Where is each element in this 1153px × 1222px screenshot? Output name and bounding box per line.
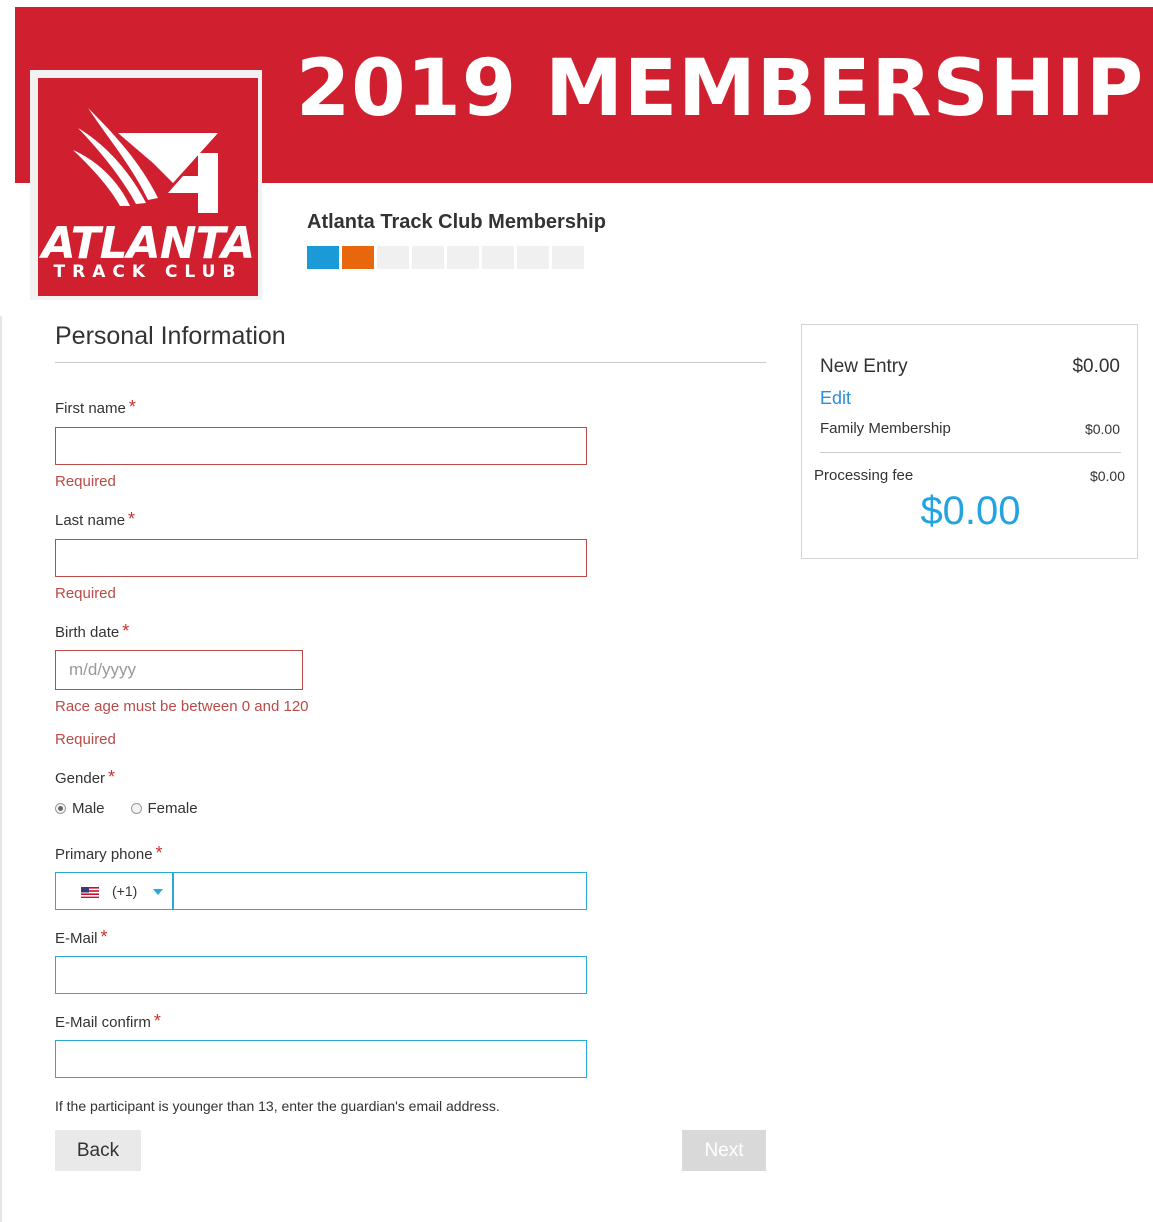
gender-male-radio[interactable] <box>55 803 66 814</box>
progress-step <box>342 246 374 269</box>
gender-male-label[interactable]: Male <box>72 800 105 817</box>
event-title: Atlanta Track Club Membership <box>307 211 606 233</box>
required-icon: * <box>128 397 136 417</box>
email-label: E-Mail * <box>55 927 108 947</box>
required-icon: * <box>100 927 108 947</box>
phone-label: Primary phone * <box>55 843 163 863</box>
first-name-label: First name * <box>55 397 136 417</box>
progress-step <box>482 246 514 269</box>
section-title: Personal Information <box>55 322 286 350</box>
required-icon: * <box>122 621 130 641</box>
email-input[interactable] <box>55 956 587 994</box>
processing-fee-label: Processing fee <box>814 467 914 484</box>
gender-female-label[interactable]: Female <box>148 800 198 817</box>
item-amount: $0.00 <box>1084 421 1120 437</box>
birth-date-range-error: Race age must be between 0 and 120 <box>55 698 309 715</box>
progress-step <box>307 246 339 269</box>
next-button[interactable]: Next <box>682 1130 766 1171</box>
total-amount: $0.00 <box>920 489 1021 533</box>
summary-divider <box>820 452 1121 453</box>
gender-radio-group: Male Female <box>55 800 198 817</box>
progress-step <box>552 246 584 269</box>
progress-step <box>377 246 409 269</box>
chevron-down-icon <box>153 889 163 895</box>
birth-date-input[interactable] <box>55 650 303 690</box>
left-border <box>0 316 2 1222</box>
country-code-text: (+1) <box>112 883 138 899</box>
last-name-input[interactable] <box>55 539 587 577</box>
item-label: Family Membership <box>820 420 951 437</box>
last-name-label: Last name * <box>55 509 136 529</box>
back-button[interactable]: Back <box>55 1130 141 1171</box>
gender-female-radio[interactable] <box>130 803 142 814</box>
banner-title: 2019 MEMBERSHIP <box>296 44 1145 134</box>
entry-label: New Entry <box>820 356 908 377</box>
first-name-input[interactable] <box>55 427 587 465</box>
section-divider <box>55 362 766 363</box>
entry-amount: $0.00 <box>1072 356 1120 377</box>
logo-subtitle: TRACK CLUB <box>53 262 243 282</box>
progress-step <box>447 246 479 269</box>
gender-label: Gender * <box>55 767 116 787</box>
required-icon: * <box>153 1011 161 1031</box>
processing-fee-amount: $0.00 <box>1089 468 1125 484</box>
last-name-error: Required <box>55 585 116 602</box>
winged-figure-icon <box>73 108 218 213</box>
email-confirm-label: E-Mail confirm * <box>55 1011 161 1031</box>
progress-step <box>412 246 444 269</box>
progress-steps <box>307 246 584 269</box>
country-code-select[interactable]: (+1) <box>56 873 174 909</box>
us-flag-icon <box>81 887 99 898</box>
email-confirm-input[interactable] <box>55 1040 587 1078</box>
atlanta-track-club-logo: ATLANTA TRACK CLUB <box>38 78 258 296</box>
phone-field: (+1) <box>55 872 600 910</box>
first-name-error: Required <box>55 473 116 490</box>
phone-input[interactable] <box>174 873 600 909</box>
birth-date-label: Birth date * <box>55 621 130 641</box>
birth-date-required-error: Required <box>55 731 116 748</box>
order-summary: New Entry $0.00 Edit Family Membership $… <box>801 324 1138 559</box>
required-icon: * <box>108 767 116 787</box>
guardian-help-text: If the participant is younger than 13, e… <box>55 1098 500 1114</box>
edit-link[interactable]: Edit <box>820 388 851 409</box>
progress-step <box>517 246 549 269</box>
required-icon: * <box>155 843 163 863</box>
required-icon: * <box>128 509 136 529</box>
